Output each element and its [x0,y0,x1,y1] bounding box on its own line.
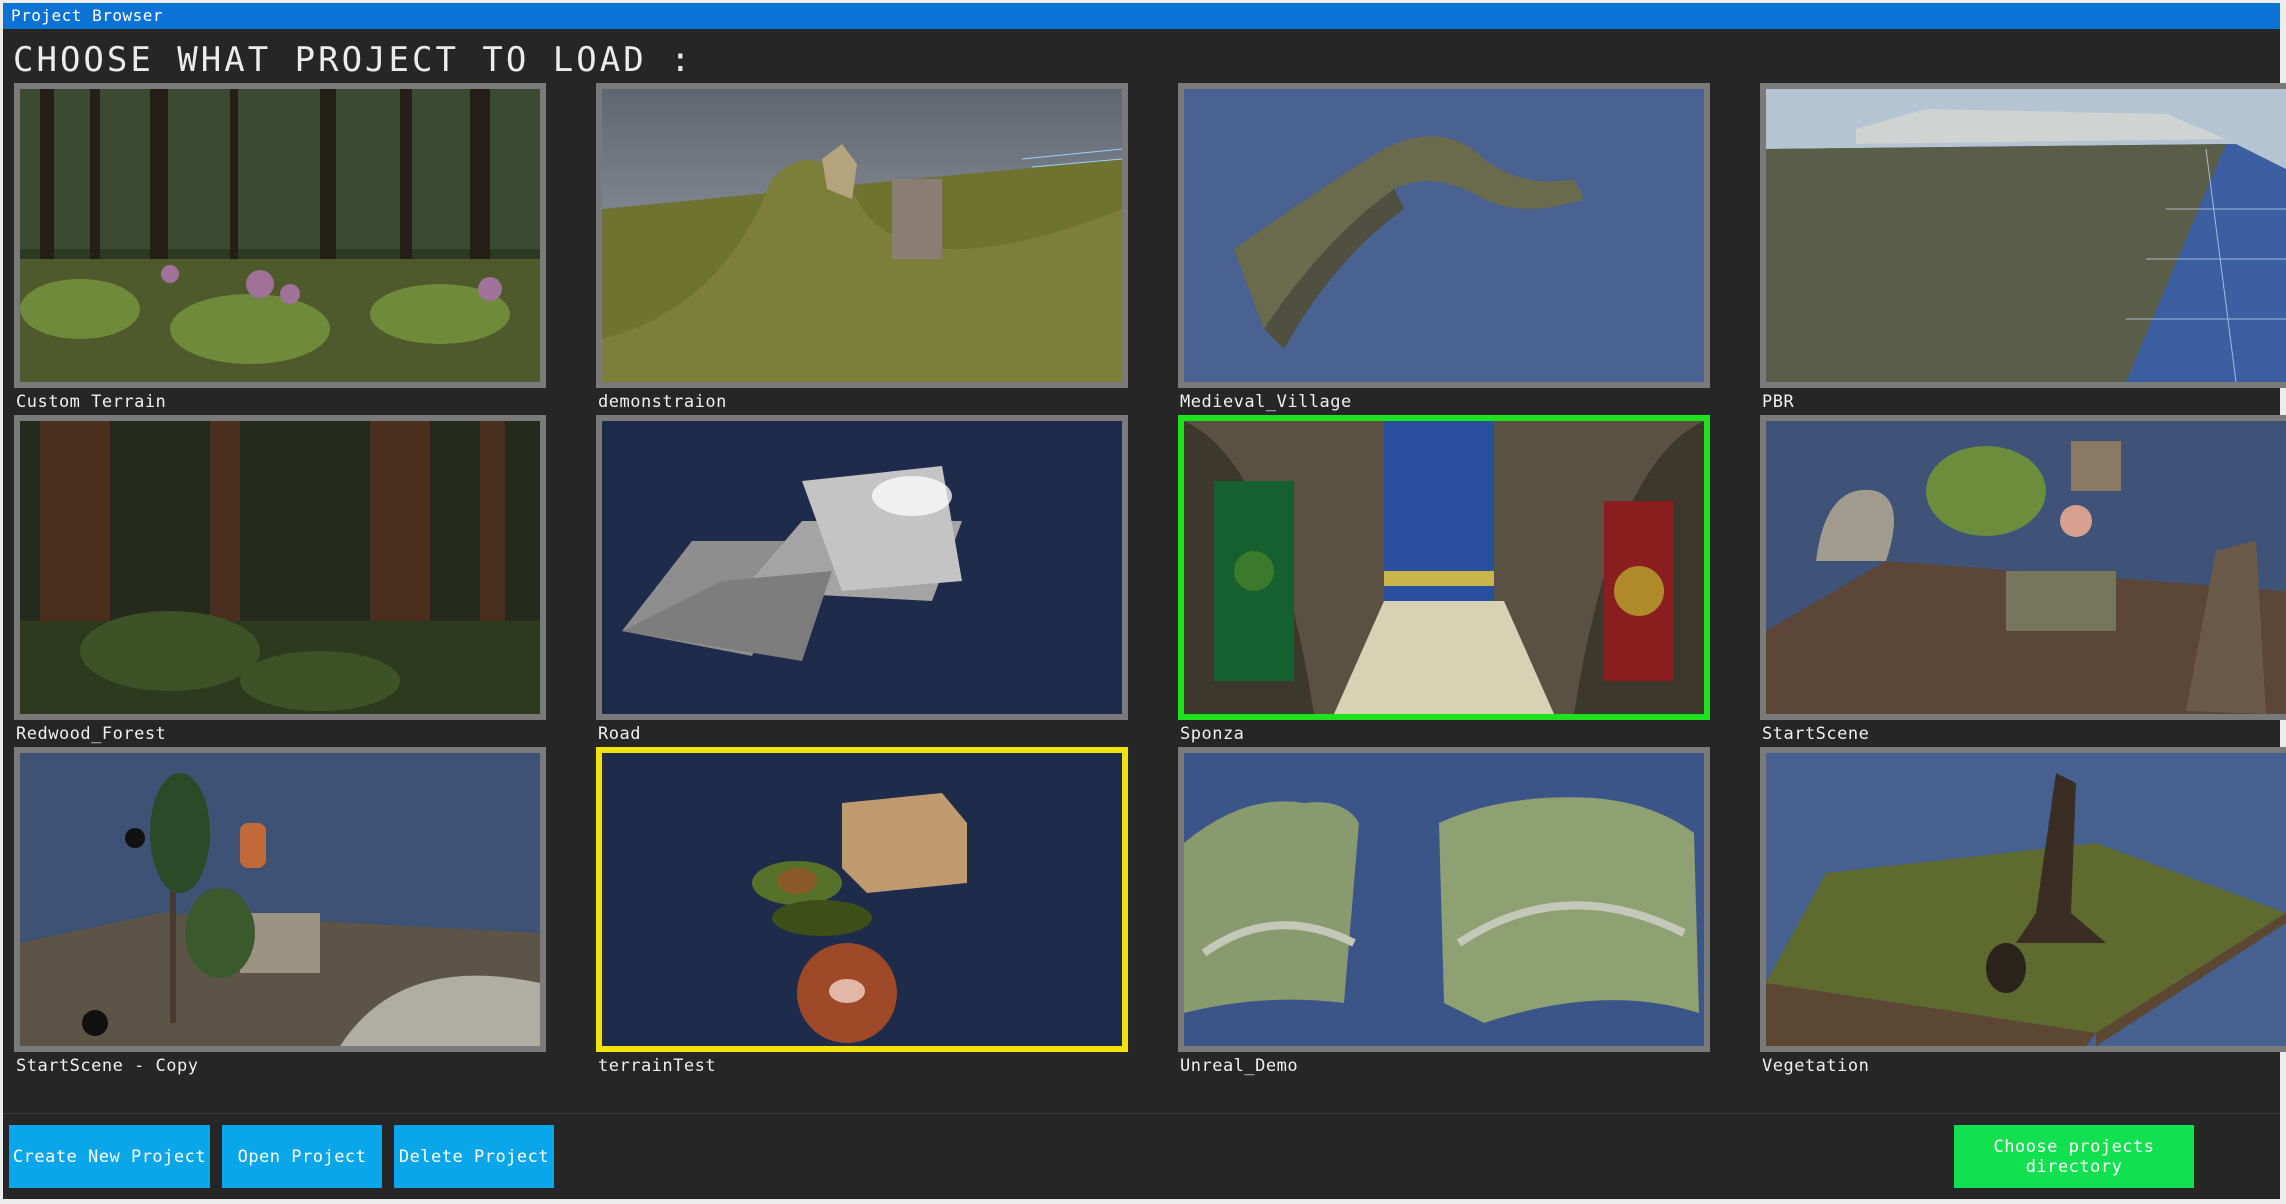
project-card-startscene[interactable]: StartScene [1760,415,2286,745]
footer-toolbar: Create New Project Open Project Delete P… [3,1113,2280,1200]
project-card-terraintest[interactable]: terrainTest [596,747,1128,1077]
project-label: Custom Terrain [16,392,167,412]
project-thumbnail[interactable] [14,415,546,720]
project-label: StartScene - Copy [16,1056,199,1076]
project-card-pbr[interactable]: PBR [1760,83,2286,413]
project-label: Sponza [1180,724,1245,744]
project-card-medieval-village[interactable]: Medieval_Village [1178,83,1710,413]
project-card-vegetation[interactable]: Vegetation [1760,747,2286,1077]
project-label: Road [598,724,641,744]
delete-project-button[interactable]: Delete Project [394,1125,554,1188]
project-thumbnail[interactable] [14,747,546,1052]
project-thumbnail[interactable] [1760,415,2286,720]
project-card-road[interactable]: Road [596,415,1128,745]
open-project-button[interactable]: Open Project [222,1125,382,1188]
project-label: Unreal_Demo [1180,1056,1299,1076]
project-card-custom-terrain[interactable]: Custom Terrain [14,83,546,413]
project-thumbnail[interactable] [596,747,1128,1052]
project-card-demonstraion[interactable]: demonstraion [596,83,1128,413]
project-label: StartScene [1762,724,1870,744]
project-thumbnail[interactable] [1178,747,1710,1052]
project-label: PBR [1762,392,1795,412]
project-label: Vegetation [1762,1056,1870,1076]
project-thumbnail[interactable] [1760,83,2286,388]
window-title: Project Browser [3,3,2280,29]
project-card-unreal-demo[interactable]: Unreal_Demo [1178,747,1710,1077]
project-label: Redwood_Forest [16,724,167,744]
project-thumbnail[interactable] [1178,83,1710,388]
project-thumbnail[interactable] [14,83,546,388]
project-thumbnail[interactable] [1178,415,1710,720]
project-card-sponza[interactable]: Sponza [1178,415,1710,745]
project-label: terrainTest [598,1056,717,1076]
page-heading: CHOOSE WHAT PROJECT TO LOAD : [13,40,694,80]
create-new-project-button[interactable]: Create New Project [9,1125,210,1188]
project-label: Medieval_Village [1180,392,1352,412]
project-card-redwood-forest[interactable]: Redwood_Forest [14,415,546,745]
project-label: demonstraion [598,392,727,412]
project-thumbnail[interactable] [1760,747,2286,1052]
choose-projects-directory-button[interactable]: Choose projects directory [1954,1125,2194,1188]
project-browser-window: Project Browser CHOOSE WHAT PROJECT TO L… [3,3,2286,1200]
project-card-startscene-copy[interactable]: StartScene - Copy [14,747,546,1077]
project-thumbnail[interactable] [596,415,1128,720]
project-thumbnail[interactable] [596,83,1128,388]
